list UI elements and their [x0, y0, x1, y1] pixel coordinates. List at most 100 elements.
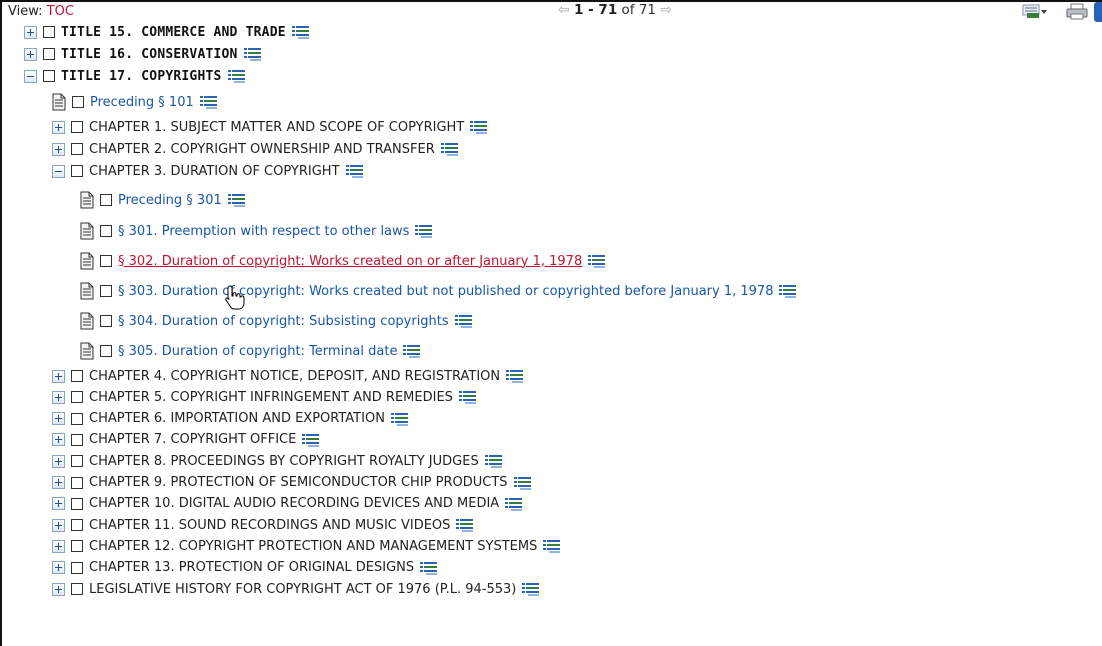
document-icon[interactable] [80, 222, 94, 240]
select-checkbox[interactable] [100, 194, 112, 206]
document-icon[interactable] [80, 282, 94, 300]
toc-list-icon[interactable] [513, 476, 532, 490]
expand-icon[interactable] [52, 497, 65, 511]
select-checkbox[interactable] [100, 285, 112, 297]
document-icon[interactable] [80, 191, 94, 209]
print-icon[interactable] [1066, 3, 1088, 20]
toc-title-link[interactable]: TITLE 17. COPYRIGHTS [61, 69, 222, 84]
view-value[interactable]: TOC [47, 4, 74, 19]
prev-page-icon[interactable]: ⇦ [558, 2, 570, 18]
blue-tab-icon[interactable] [1094, 2, 1102, 22]
toc-list-icon[interactable] [415, 224, 433, 238]
select-checkbox[interactable] [43, 48, 55, 60]
toc-chapter-link[interactable]: CHAPTER 10. DIGITAL AUDIO RECORDING DEVI… [89, 496, 499, 511]
toc-list-icon[interactable] [420, 561, 438, 575]
toc-list-icon[interactable] [779, 284, 797, 298]
toc-list-icon[interactable] [440, 142, 459, 156]
toc-title-link[interactable]: TITLE 15. COMMERCE AND TRADE [61, 25, 286, 40]
toc-list-icon[interactable] [390, 412, 409, 426]
expand-icon[interactable] [52, 120, 65, 134]
select-checkbox[interactable] [71, 370, 83, 382]
select-checkbox[interactable] [100, 255, 112, 267]
toc-list-icon[interactable] [456, 518, 474, 533]
select-checkbox[interactable] [100, 345, 112, 357]
toc-chapter-link[interactable]: CHAPTER 1. SUBJECT MATTER AND SCOPE OF C… [89, 120, 464, 135]
expand-icon[interactable] [52, 454, 65, 468]
select-checkbox[interactable] [71, 519, 83, 532]
select-checkbox[interactable] [71, 165, 83, 177]
toc-section-link[interactable]: Preceding § 301 [118, 193, 222, 208]
select-checkbox[interactable] [71, 391, 83, 404]
toc-list-icon[interactable] [543, 539, 561, 554]
expand-icon[interactable] [52, 369, 65, 383]
toc-list-icon[interactable] [505, 497, 523, 511]
collapse-icon[interactable] [52, 164, 65, 178]
document-icon[interactable] [52, 93, 66, 111]
toc-list-icon[interactable] [458, 390, 477, 405]
select-checkbox[interactable] [71, 121, 83, 133]
toc-title-link[interactable]: TITLE 16. CONSERVATION [61, 47, 238, 62]
toc-list-icon[interactable] [506, 369, 524, 383]
toc-chapter-link[interactable]: CHAPTER 4. COPYRIGHT NOTICE, DEPOSIT, AN… [89, 369, 500, 384]
document-icon[interactable] [80, 252, 94, 270]
toc-chapter-link[interactable]: CHAPTER 13. PROTECTION OF ORIGINAL DESIG… [89, 560, 414, 575]
toc-list-icon[interactable] [403, 344, 421, 358]
toc-list-icon[interactable] [345, 164, 364, 178]
toc-list-icon[interactable] [588, 254, 606, 268]
expand-icon[interactable] [52, 142, 65, 156]
select-checkbox[interactable] [72, 96, 84, 108]
toc-chapter-link[interactable]: CHAPTER 8. PROCEEDINGS BY COPYRIGHT ROYA… [89, 454, 479, 469]
select-checkbox[interactable] [71, 540, 83, 553]
toc-list-icon[interactable] [227, 193, 246, 207]
toc-list-icon[interactable] [454, 314, 473, 328]
expand-icon[interactable] [52, 539, 65, 553]
toc-section-link[interactable]: § 302. Duration of copyright: Works crea… [118, 254, 582, 269]
expand-icon[interactable] [52, 582, 65, 596]
toc-section-link[interactable]: § 304. Duration of copyright: Subsisting… [118, 314, 449, 329]
toc-section-link[interactable]: § 303. Duration of copyright: Works crea… [118, 284, 773, 299]
select-checkbox[interactable] [71, 412, 83, 425]
select-checkbox[interactable] [71, 497, 83, 510]
select-checkbox[interactable] [100, 225, 112, 237]
expand-icon[interactable] [24, 47, 37, 61]
next-page-icon[interactable]: ⇨ [660, 2, 672, 18]
expand-icon[interactable] [24, 25, 37, 39]
expand-icon[interactable] [52, 433, 65, 447]
toc-chapter-link[interactable]: CHAPTER 11. SOUND RECORDINGS AND MUSIC V… [89, 518, 450, 533]
toc-list-icon[interactable] [199, 95, 218, 109]
toc-section-link[interactable]: Preceding § 101 [90, 95, 194, 110]
collapse-icon[interactable] [24, 69, 37, 83]
select-checkbox[interactable] [43, 26, 55, 38]
expand-icon[interactable] [52, 476, 65, 489]
toc-chapter-link[interactable]: LEGISLATIVE HISTORY FOR COPYRIGHT ACT OF… [89, 582, 516, 597]
document-icon[interactable] [80, 342, 94, 360]
toc-chapter-link[interactable]: CHAPTER 6. IMPORTATION AND EXPORTATION [89, 411, 385, 426]
toc-section-link[interactable]: § 301. Preemption with respect to other … [118, 224, 409, 239]
toc-list-icon[interactable] [302, 433, 320, 447]
toc-chapter-link[interactable]: CHAPTER 7. COPYRIGHT OFFICE [89, 432, 296, 447]
select-checkbox[interactable] [71, 561, 83, 574]
expand-icon[interactable] [52, 390, 65, 404]
toc-list-icon[interactable] [227, 69, 246, 83]
document-icon[interactable] [80, 312, 94, 330]
toc-list-icon[interactable] [291, 25, 310, 39]
expand-icon[interactable] [52, 561, 65, 575]
expand-icon[interactable] [52, 412, 65, 426]
toc-list-icon[interactable] [470, 120, 488, 134]
select-checkbox[interactable] [71, 455, 83, 468]
expand-icon[interactable] [52, 518, 65, 532]
select-checkbox[interactable] [100, 315, 112, 327]
select-checkbox[interactable] [43, 70, 55, 82]
toc-chapter-link[interactable]: CHAPTER 9. PROTECTION OF SEMICONDUCTOR C… [89, 475, 508, 490]
select-checkbox[interactable] [71, 476, 83, 489]
toc-list-icon[interactable] [243, 47, 262, 61]
toc-list-icon[interactable] [522, 582, 540, 596]
toc-chapter-link[interactable]: CHAPTER 3. DURATION OF COPYRIGHT [89, 164, 340, 179]
toc-list-icon[interactable] [484, 454, 503, 469]
select-checkbox[interactable] [71, 433, 83, 446]
select-checkbox[interactable] [71, 583, 83, 595]
select-checkbox[interactable] [71, 143, 83, 155]
toc-chapter-link[interactable]: CHAPTER 5. COPYRIGHT INFRINGEMENT AND RE… [89, 390, 453, 405]
toc-chapter-link[interactable]: CHAPTER 12. COPYRIGHT PROTECTION AND MAN… [89, 539, 537, 554]
toc-chapter-link[interactable]: CHAPTER 2. COPYRIGHT OWNERSHIP AND TRANS… [89, 142, 435, 157]
